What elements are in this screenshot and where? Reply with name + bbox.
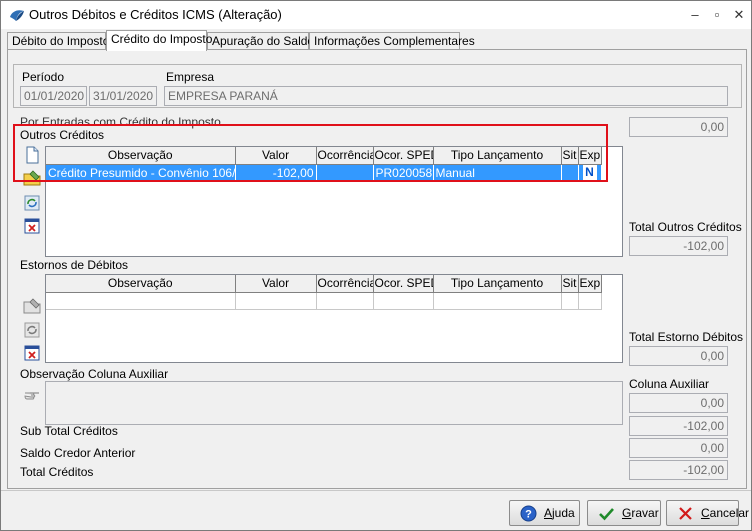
col-sit[interactable]: Sit bbox=[561, 275, 579, 293]
refresh-icon[interactable] bbox=[22, 320, 42, 340]
help-button-label: juda bbox=[552, 506, 575, 520]
empty-cell[interactable] bbox=[316, 292, 374, 310]
obs-coluna-auxiliar-field bbox=[45, 381, 623, 425]
period-start-field: 01/01/2020 bbox=[20, 86, 87, 106]
total-outros-creditos-field: -102,00 bbox=[629, 236, 728, 256]
refresh-icon[interactable] bbox=[22, 193, 42, 213]
total-estorno-debitos-label: Total Estorno Débitos bbox=[629, 330, 744, 344]
sub-total-creditos-label: Sub Total Créditos bbox=[20, 424, 118, 438]
col-ocorrencia[interactable]: Ocorrência bbox=[316, 275, 374, 293]
period-label: Período bbox=[22, 70, 65, 84]
saldo-credor-anterior-label: Saldo Credor Anterior bbox=[20, 446, 136, 460]
cancel-x-icon bbox=[679, 507, 692, 520]
tab-credito-imposto[interactable]: Crédito do Imposto bbox=[106, 30, 212, 51]
sub-total-creditos-field: -102,00 bbox=[629, 416, 728, 436]
coluna-auxiliar-label: Coluna Auxiliar bbox=[629, 377, 710, 391]
svg-text:?: ? bbox=[525, 509, 532, 521]
obs-coluna-auxiliar-label: Observação Coluna Auxiliar bbox=[20, 367, 169, 381]
title-bar: Outros Débitos e Créditos ICMS (Alteraçã… bbox=[1, 1, 751, 29]
empty-cell[interactable] bbox=[373, 292, 434, 310]
checkmark-icon bbox=[599, 508, 614, 521]
save-button-mnemonic: G bbox=[622, 506, 632, 520]
empty-cell[interactable] bbox=[433, 292, 562, 310]
help-button-mnemonic: A bbox=[544, 506, 553, 520]
tab-debito-imposto[interactable]: Débito do Imposto bbox=[7, 32, 109, 50]
company-field: EMPRESA PARANÁ bbox=[164, 86, 728, 106]
col-observacao[interactable]: Observação bbox=[46, 275, 236, 293]
cancel-button-mnemonic: C bbox=[701, 506, 710, 520]
header-group: Período 01/01/2020 31/01/2020 Empresa EM… bbox=[13, 64, 742, 108]
cancel-button-label: ancelar bbox=[709, 506, 750, 520]
estornos-label: Estornos de Débitos bbox=[20, 258, 129, 272]
tab-informacoes-complementares[interactable]: Informações Complementares bbox=[309, 32, 475, 50]
tab-apuracao-saldo[interactable]: Apuração do Saldo bbox=[207, 32, 314, 50]
estornos-grid[interactable]: Observação Valor Ocorrência Ocor. SPED T… bbox=[45, 274, 623, 363]
help-button[interactable]: ? Ajuda bbox=[509, 500, 580, 526]
empty-cell[interactable] bbox=[561, 292, 579, 310]
cancel-button[interactable]: Cancelar bbox=[666, 500, 749, 526]
hand-pointer-icon[interactable] bbox=[22, 384, 42, 404]
app-logo-icon bbox=[10, 10, 24, 21]
entradas-value-field: 0,00 bbox=[629, 117, 728, 137]
dialog-window: Outros Débitos e Créditos ICMS (Alteraçã… bbox=[0, 0, 752, 531]
help-icon: ? bbox=[520, 505, 537, 522]
total-creditos-field: -102,00 bbox=[629, 460, 728, 480]
save-button[interactable]: Gravar bbox=[587, 500, 661, 526]
saldo-credor-anterior-field: 0,00 bbox=[629, 438, 728, 458]
empty-cell[interactable] bbox=[235, 292, 317, 310]
col-ocor-sped[interactable]: Ocor. SPED bbox=[373, 275, 434, 293]
highlight-annotation-box bbox=[13, 124, 608, 182]
empty-cell[interactable] bbox=[46, 292, 236, 310]
empty-cell[interactable] bbox=[578, 292, 602, 310]
col-valor[interactable]: Valor bbox=[235, 275, 317, 293]
grid-header-row: Observação Valor Ocorrência Ocor. SPED T… bbox=[46, 275, 602, 293]
save-button-label: ravar bbox=[631, 506, 659, 520]
minimize-button[interactable]: – bbox=[687, 7, 703, 23]
col-tipo-lancamento[interactable]: Tipo Lançamento bbox=[433, 275, 562, 293]
period-end-field: 31/01/2020 bbox=[89, 86, 157, 106]
total-outros-creditos-label: Total Outros Créditos bbox=[629, 220, 742, 234]
col-exp[interactable]: Exp bbox=[578, 275, 602, 293]
company-label: Empresa bbox=[166, 70, 215, 84]
close-button[interactable]: ✕ bbox=[731, 7, 747, 23]
table-row[interactable] bbox=[46, 292, 602, 310]
footer-separator bbox=[1, 490, 751, 491]
delete-icon[interactable] bbox=[22, 216, 42, 236]
delete-icon[interactable] bbox=[22, 343, 42, 363]
tab-page-credito: Período 01/01/2020 31/01/2020 Empresa EM… bbox=[7, 49, 747, 489]
coluna-auxiliar-field: 0,00 bbox=[629, 393, 728, 413]
edit-folder-icon[interactable] bbox=[22, 296, 42, 316]
total-estorno-debitos-field: 0,00 bbox=[629, 346, 728, 366]
restore-button[interactable]: ▫ bbox=[709, 7, 725, 23]
total-creditos-label: Total Créditos bbox=[20, 465, 94, 479]
window-title: Outros Débitos e Créditos ICMS (Alteraçã… bbox=[29, 7, 282, 22]
